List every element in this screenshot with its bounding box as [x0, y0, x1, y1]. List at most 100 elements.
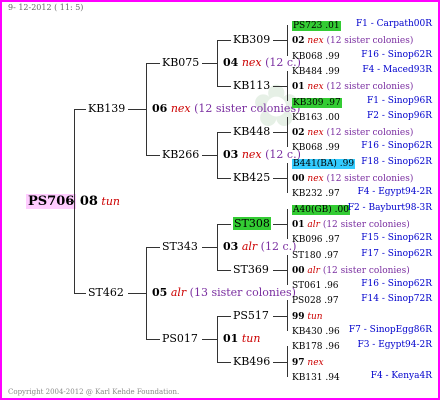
date-stamp: 9- 12-2012 ( 11: 5) — [8, 3, 84, 12]
gen4-note: alr — [304, 265, 323, 276]
gen4-origin: F7 - SinopEgg86R — [348, 325, 432, 335]
connector — [273, 269, 288, 271]
gen4-sister: (12 sister colonies) — [326, 128, 414, 139]
gen4-label: KB178 .96 — [292, 342, 340, 353]
gen4-row[interactable]: 00 alr (12 sister colonies) — [292, 263, 410, 278]
gen4-row[interactable]: KB163 .00 — [292, 110, 340, 125]
gen4-sister: (12 sister colonies) — [322, 265, 410, 276]
gen4-label: KB430 .96 — [292, 327, 340, 337]
gen4-origin: F2 - Bayburt98-3R — [347, 202, 432, 213]
gen1-info-st462: 05 alr (13 sister colonies) — [152, 286, 296, 299]
gen4-row[interactable]: 00 nex (12 sister colonies) — [292, 171, 413, 186]
gen4-row[interactable]: 02 nex (12 sister colonies) — [292, 125, 413, 140]
gen4-origin: F4 - Kenya4R — [370, 370, 432, 381]
gen4-label: KB163 .00 — [292, 112, 340, 123]
gen4-label: KB068 .99 — [292, 51, 340, 62]
gen4-row[interactable]: KB232 .97 — [292, 186, 340, 201]
gen2-info-kb266: 03 nex (12 c.) — [223, 148, 301, 161]
gen4-row[interactable]: KB178 .96 — [292, 339, 340, 354]
gen3-node[interactable]: ST369 — [233, 263, 269, 276]
gen3-node[interactable]: ST308 — [233, 217, 271, 230]
gen4-row[interactable]: PS723 .01 — [292, 18, 341, 33]
gen4-label: KB484 .99 — [292, 66, 340, 77]
gen2-node-kb266[interactable]: KB266 — [162, 148, 199, 161]
gen4-row[interactable]: 02 nex (12 sister colonies) — [292, 33, 413, 48]
gen4-label: 01 — [292, 82, 305, 93]
gen4-origin: F4 - Maced93R — [362, 64, 432, 75]
gen4-label: KB068 .99 — [292, 143, 340, 154]
gen3-node[interactable]: KB448 — [233, 125, 270, 138]
gen3-node[interactable]: KB113 — [233, 79, 270, 92]
gen4-row[interactable]: KB430 .96 — [292, 324, 340, 339]
connector — [74, 109, 86, 110]
gen4-row[interactable]: KB068 .99 — [292, 49, 340, 64]
gen4-label: 00 — [292, 174, 305, 184]
pedigree-frame: ✿ 9- 12-2012 ( 11: 5) PS706 08 tun KB139… — [0, 0, 440, 400]
gen3-node[interactable]: KB309 — [233, 33, 270, 46]
gen4-origin: F16 - Sinop62R — [361, 49, 432, 60]
gen4-row[interactable]: PS028 .97 — [292, 293, 339, 308]
gen3-node[interactable]: KB496 — [233, 355, 270, 368]
gen4-row[interactable]: 99 tun — [292, 309, 323, 324]
gen4-label: KB096 .97 — [292, 235, 340, 246]
gen4-row[interactable]: ST180 .97 — [292, 248, 339, 263]
gen4-row[interactable]: KB484 .99 — [292, 64, 340, 79]
gen4-row[interactable]: B441(BA) .99 — [292, 156, 356, 171]
gen2-node-st343[interactable]: ST343 — [162, 240, 198, 253]
gen4-origin: F4 - Egypt94-2R — [357, 187, 432, 198]
gen4-row[interactable]: 97 nex — [292, 355, 324, 370]
gen4-origin: F15 - Sinop62R — [361, 233, 432, 244]
gen4-label: PS028 .97 — [292, 296, 339, 307]
gen4-label: ST180 .97 — [292, 250, 339, 261]
gen4-row[interactable]: 01 alr (12 sister colonies) — [292, 217, 410, 232]
gen3-node[interactable]: PS517 — [233, 309, 269, 322]
subject-num: 08 — [79, 194, 98, 209]
connector — [273, 361, 288, 363]
connector — [273, 223, 288, 225]
gen4-origin: F1 - Carpath00R — [355, 19, 432, 29]
connector — [74, 293, 86, 294]
gen4-origin: F18 - Sinop62R — [361, 156, 432, 167]
gen4-sister: (12 sister colonies) — [326, 36, 414, 47]
gen4-label: KB232 .97 — [292, 189, 340, 200]
gen4-origin: F2 - Sinop96R — [367, 110, 432, 121]
connector — [273, 132, 288, 134]
gen4-row[interactable]: KB068 .99 — [292, 140, 340, 155]
gen4-row[interactable]: A40(GB) .00 — [292, 202, 350, 217]
gen4-note: nex — [304, 128, 327, 139]
gen4-row[interactable]: KB309 .97 — [292, 95, 342, 110]
gen4-label: 02 — [292, 128, 305, 139]
gen2-info-st343: 03 alr (12 c.) — [223, 240, 297, 253]
gen4-origin: F1 - Sinop96R — [367, 95, 432, 106]
gen4-sister: (12 sister colonies) — [322, 219, 410, 230]
connector — [273, 315, 288, 317]
connector — [128, 293, 147, 294]
connector — [273, 40, 288, 42]
gen2-info-kb075: 04 nex (12 c.) — [223, 56, 301, 69]
gen2-info-ps017: 01 tun — [223, 332, 261, 345]
subject-note: tun — [101, 195, 120, 208]
gen1-node-st462[interactable]: ST462 — [88, 286, 124, 299]
gen4-note: alr — [304, 219, 323, 230]
connector — [273, 178, 288, 179]
gen4-origin: F3 - Egypt94-2R — [357, 340, 432, 351]
gen1-node-kb139[interactable]: KB139 — [88, 102, 125, 115]
gen2-node-kb075[interactable]: KB075 — [162, 56, 199, 69]
gen4-note: nex — [304, 82, 327, 93]
gen4-label: 01 — [292, 219, 305, 230]
gen3-node[interactable]: KB425 — [233, 171, 270, 184]
gen4-note: nex — [304, 174, 327, 184]
gen2-node-ps017[interactable]: PS017 — [162, 332, 198, 345]
gen4-row[interactable]: KB096 .97 — [292, 232, 340, 247]
connector — [68, 201, 75, 202]
gen4-label: ST061 .96 — [292, 281, 339, 292]
gen4-label: 97 — [292, 357, 305, 368]
gen4-row[interactable]: KB131 .94 — [292, 370, 340, 385]
gen4-row[interactable]: ST061 .96 — [292, 278, 339, 293]
gen1-info-kb139: 06 nex (12 sister colonies) — [152, 102, 301, 115]
gen4-label: 99 — [292, 311, 305, 322]
gen4-label: KB131 .94 — [292, 372, 340, 383]
gen4-row[interactable]: 01 nex (12 sister colonies) — [292, 79, 413, 94]
connector — [128, 109, 147, 110]
gen4-sister: (12 sister colonies) — [326, 82, 414, 93]
